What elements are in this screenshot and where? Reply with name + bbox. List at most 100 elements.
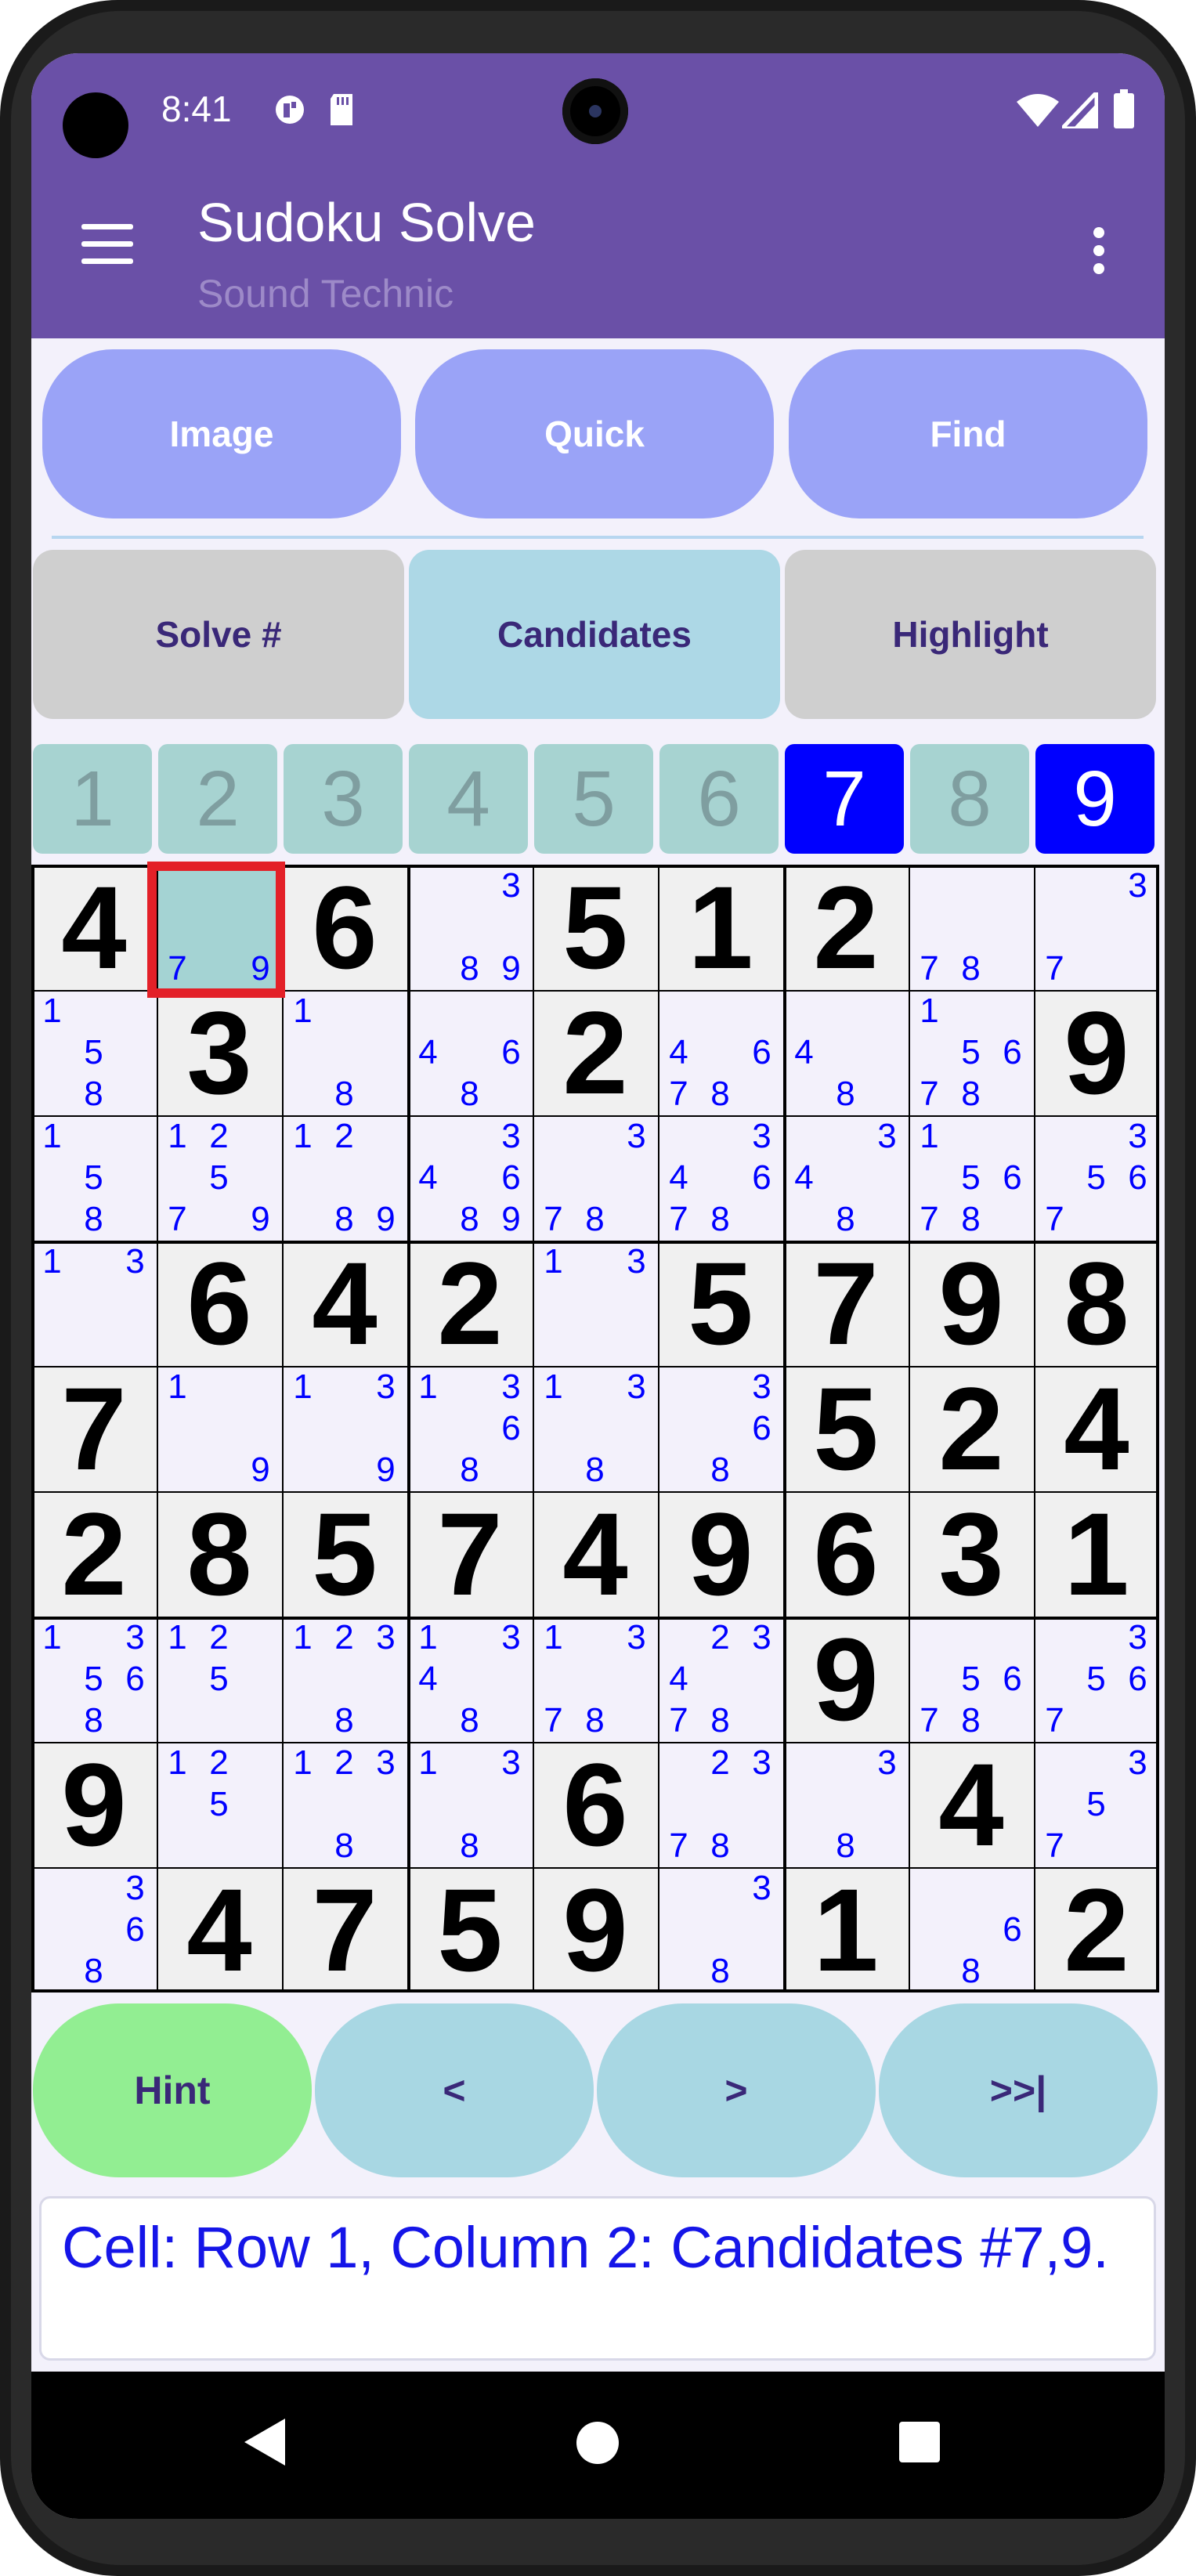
digit-filter-7[interactable]: 7	[785, 744, 904, 854]
cell-r5c7[interactable]: 5	[783, 1366, 909, 1491]
cell-r6c7[interactable]: 6	[783, 1491, 909, 1617]
home-icon[interactable]	[576, 2422, 619, 2464]
cell-r3c8[interactable]: 156 78	[909, 1115, 1034, 1241]
cell-r9c3[interactable]: 7	[282, 1867, 407, 1993]
cell-r4c4[interactable]: 2	[407, 1241, 533, 1366]
cell-r3c1[interactable]: 158	[31, 1115, 157, 1241]
cell-r7c4[interactable]: 1 3 48	[407, 1617, 533, 1742]
cell-r9c9[interactable]: 2	[1034, 1867, 1159, 1993]
cell-r8c4[interactable]: 1 3 8	[407, 1742, 533, 1867]
cell-r7c1[interactable]: 1 3568	[31, 1617, 157, 1742]
cell-r7c5[interactable]: 1 3 78	[533, 1617, 658, 1742]
cell-r4c2[interactable]: 6	[157, 1241, 282, 1366]
previous-step-button[interactable]: <	[315, 2003, 594, 2177]
digit-filter-6[interactable]: 6	[659, 744, 779, 854]
cell-r6c3[interactable]: 5	[282, 1491, 407, 1617]
digit-filter-8[interactable]: 8	[910, 744, 1029, 854]
cell-r8c6[interactable]: 23 78	[658, 1742, 783, 1867]
cell-r3c3[interactable]: 12 89	[282, 1115, 407, 1241]
digit-filter-1[interactable]: 1	[33, 744, 152, 854]
solve-number-button[interactable]: Solve #	[33, 550, 404, 719]
cell-r2c1[interactable]: 158	[31, 990, 157, 1115]
cell-r1c5[interactable]: 5	[533, 865, 658, 990]
cell-r4c8[interactable]: 9	[909, 1241, 1034, 1366]
hint-button[interactable]: Hint	[33, 2003, 312, 2177]
cell-r6c9[interactable]: 1	[1034, 1491, 1159, 1617]
cell-r6c2[interactable]: 8	[157, 1491, 282, 1617]
highlight-button[interactable]: Highlight	[785, 550, 1156, 719]
cell-r6c5[interactable]: 4	[533, 1491, 658, 1617]
image-button[interactable]: Image	[42, 349, 401, 518]
cell-r3c7[interactable]: 3 48	[783, 1115, 909, 1241]
cell-r8c1[interactable]: 9	[31, 1742, 157, 1867]
cell-r5c1[interactable]: 7	[31, 1366, 157, 1491]
cell-r5c9[interactable]: 4	[1034, 1366, 1159, 1491]
cell-r7c9[interactable]: 356 7	[1034, 1617, 1159, 1742]
cell-r3c2[interactable]: 1257 9	[157, 1115, 282, 1241]
cell-r5c2[interactable]: 19	[157, 1366, 282, 1491]
cell-r2c2[interactable]: 3	[157, 990, 282, 1115]
cell-r7c3[interactable]: 123 8	[282, 1617, 407, 1742]
cell-r8c7[interactable]: 38	[783, 1742, 909, 1867]
cell-r2c9[interactable]: 9	[1034, 990, 1159, 1115]
cell-r8c8[interactable]: 4	[909, 1742, 1034, 1867]
digit-filter-2[interactable]: 2	[158, 744, 277, 854]
cell-r7c7[interactable]: 9	[783, 1617, 909, 1742]
cell-r8c5[interactable]: 6	[533, 1742, 658, 1867]
cell-r9c5[interactable]: 9	[533, 1867, 658, 1993]
cell-r7c6[interactable]: 23 478	[658, 1617, 783, 1742]
more-options-icon[interactable]	[1093, 227, 1104, 274]
digit-filter-4[interactable]: 4	[409, 744, 528, 854]
cell-r1c9[interactable]: 37	[1034, 865, 1159, 990]
quick-button[interactable]: Quick	[415, 349, 774, 518]
digit-filter-9[interactable]: 9	[1035, 744, 1154, 854]
jump-to-end-button[interactable]: >>|	[879, 2003, 1158, 2177]
cell-r4c9[interactable]: 8	[1034, 1241, 1159, 1366]
cell-r5c5[interactable]: 1 3 8	[533, 1366, 658, 1491]
cell-r2c6[interactable]: 4 6 78	[658, 990, 783, 1115]
cell-r4c6[interactable]: 5	[658, 1241, 783, 1366]
cell-r6c8[interactable]: 3	[909, 1491, 1034, 1617]
cell-r5c6[interactable]: 368	[658, 1366, 783, 1491]
cell-r5c3[interactable]: 1 3 9	[282, 1366, 407, 1491]
cell-r9c7[interactable]: 1	[783, 1867, 909, 1993]
cell-r4c5[interactable]: 13	[533, 1241, 658, 1366]
cell-r1c6[interactable]: 1	[658, 865, 783, 990]
cell-r9c4[interactable]: 5	[407, 1867, 533, 1993]
find-button[interactable]: Find	[789, 349, 1147, 518]
recent-apps-icon[interactable]	[899, 2422, 940, 2462]
cell-r2c5[interactable]: 2	[533, 990, 658, 1115]
digit-filter-3[interactable]: 3	[284, 744, 403, 854]
cell-r6c1[interactable]: 2	[31, 1491, 157, 1617]
cell-r4c7[interactable]: 7	[783, 1241, 909, 1366]
digit-filter-5[interactable]: 5	[534, 744, 653, 854]
next-step-button[interactable]: >	[597, 2003, 876, 2177]
cell-r8c2[interactable]: 125	[157, 1742, 282, 1867]
cell-r7c8[interactable]: 56 78	[909, 1617, 1034, 1742]
cell-r9c1[interactable]: 368	[31, 1867, 157, 1993]
back-icon[interactable]	[244, 2419, 285, 2466]
cell-r1c7[interactable]: 2	[783, 865, 909, 990]
cell-r5c8[interactable]: 2	[909, 1366, 1034, 1491]
cell-r9c8[interactable]: 68	[909, 1867, 1034, 1993]
cell-r1c8[interactable]: 78	[909, 865, 1034, 990]
cell-r2c4[interactable]: 4 68	[407, 990, 533, 1115]
cell-r7c2[interactable]: 125	[157, 1617, 282, 1742]
cell-r9c6[interactable]: 38	[658, 1867, 783, 1993]
cell-r1c1[interactable]: 4	[31, 865, 157, 990]
hamburger-menu-icon[interactable]	[81, 224, 133, 265]
cell-r2c3[interactable]: 18	[282, 990, 407, 1115]
cell-r1c3[interactable]: 6	[282, 865, 407, 990]
cell-r2c7[interactable]: 48	[783, 990, 909, 1115]
cell-r1c4[interactable]: 3 89	[407, 865, 533, 990]
cell-r8c9[interactable]: 357	[1034, 1742, 1159, 1867]
cell-r3c5[interactable]: 3 78	[533, 1115, 658, 1241]
cell-r5c4[interactable]: 1 368	[407, 1366, 533, 1491]
cell-r4c3[interactable]: 4	[282, 1241, 407, 1366]
cell-r4c1[interactable]: 13	[31, 1241, 157, 1366]
cell-r6c4[interactable]: 7	[407, 1491, 533, 1617]
cell-r3c9[interactable]: 356 7	[1034, 1115, 1159, 1241]
cell-r3c6[interactable]: 3 4 6 78	[658, 1115, 783, 1241]
cell-r9c2[interactable]: 4	[157, 1867, 282, 1993]
cell-r6c6[interactable]: 9	[658, 1491, 783, 1617]
